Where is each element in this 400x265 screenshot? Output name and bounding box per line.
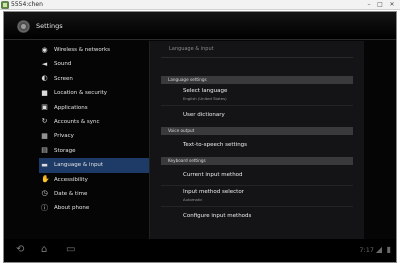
divider [161,57,353,58]
divider [161,105,353,106]
section-header-voice: Voice output [161,127,353,135]
accessibility-icon: ✋ [41,175,50,184]
section-header-language: Language settings [161,76,353,84]
row-title: User dictionary [183,112,225,118]
privacy-icon: ▦ [41,131,48,140]
page-title: Settings [36,22,63,30]
user-dictionary-row[interactable]: User dictionary [161,107,353,124]
close-button[interactable]: ✕ [387,1,397,9]
row-summary: Automatic [183,197,203,202]
maximize-button[interactable]: □ [375,1,385,9]
sidebar-item-label: Wireless & networks [54,47,110,53]
settings-gear-icon [17,20,30,33]
row-title: Input method selector [183,189,244,195]
window-title: 5554:chen [11,1,43,8]
home-icon[interactable]: ⌂ [41,245,47,255]
tts-settings-row[interactable]: Text-to-speech settings [161,137,353,154]
status-clock: 7:17 [359,246,374,254]
sidebar-item-label: Screen [54,75,73,82]
row-summary: English (United States) [183,96,227,101]
window-titlebar: 5554:chen – □ ✕ [0,0,400,10]
input-method-selector-row[interactable]: Input method selector Automatic [161,187,353,205]
sidebar-item-label: Location & security [54,90,108,97]
section-header-label: Voice output [168,128,195,133]
storage-icon: ▤ [41,146,48,155]
battery-icon: ▮ [386,245,391,254]
section-header-label: Language settings [168,77,207,82]
sync-icon: ↻ [41,117,48,126]
speaker-icon: ◄ [41,59,48,68]
sidebar-item-screen[interactable]: ◐ Screen [39,72,151,86]
row-title: Configure input methods [183,213,252,219]
sidebar-item-label: Sound [54,61,72,68]
sidebar-item-label: Privacy [54,133,74,140]
minimize-button[interactable]: – [364,1,374,9]
sidebar-item-accessibility[interactable]: ✋ Accessibility [39,173,151,187]
sidebar-item-storage[interactable]: ▤ Storage [39,144,151,158]
sidebar-item-label: About phone [54,205,90,212]
divider [161,185,353,186]
sidebar-item-label: Date & time [54,190,88,197]
divider [161,206,353,207]
sidebar-item-label: Accounts & sync [54,118,100,125]
current-input-method-row[interactable]: Current input method [161,167,353,184]
configure-input-methods-row[interactable]: Configure input methods [161,208,353,225]
select-language-row[interactable]: Select language English (United States) [161,86,353,104]
row-title: Select language [183,88,228,94]
signal-icon: ◢ [375,245,382,254]
sidebar-item-about-phone[interactable]: ⓘ About phone [39,201,151,215]
clock-icon: ◷ [41,189,48,198]
row-title: Current input method [183,172,243,178]
sidebar-item-location-security[interactable]: ■ Location & security [39,86,151,100]
section-header-label: Keyboard settings [168,158,206,163]
sidebar-item-label: Accessibility [54,176,88,183]
sidebar-item-date-time[interactable]: ◷ Date & time [39,187,151,201]
row-title: Text-to-speech settings [183,142,248,148]
language-input-pane: Language & input Language settings Selec… [149,41,364,244]
lock-icon: ■ [41,88,48,97]
settings-header: Settings [4,12,396,40]
sidebar-item-label: Storage [54,147,76,154]
system-bar: ⟲ ⌂ ▭ 7:17 ◢ ▮ [4,239,396,262]
section-header-keyboard: Keyboard settings [161,157,353,165]
sidebar-item-privacy[interactable]: ▦ Privacy [39,129,151,143]
back-icon[interactable]: ⟲ [16,245,24,255]
sidebar-item-wireless[interactable]: ◉ Wireless & networks [39,43,151,57]
wifi-icon: ◉ [41,45,48,54]
keyboard-icon: ▬ [41,160,48,169]
brightness-icon: ◐ [41,74,48,83]
sidebar-item-accounts-sync[interactable]: ↻ Accounts & sync [39,115,151,129]
sidebar-item-language-input[interactable]: ▬ Language & input [39,158,151,173]
apps-icon: ▣ [41,103,48,112]
sidebar-item-label: Applications [54,104,88,111]
recent-apps-icon[interactable]: ▭ [66,245,75,255]
settings-sidebar: ◉ Wireless & networks ◄ Sound ◐ Screen ■… [39,43,151,216]
app-icon [1,1,9,9]
sidebar-item-label: Language & input [54,162,104,169]
sidebar-item-sound[interactable]: ◄ Sound [39,57,151,71]
info-icon: ⓘ [41,203,48,212]
sidebar-item-applications[interactable]: ▣ Applications [39,101,151,115]
pane-title: Language & input [169,46,214,52]
emulator-screen: Settings ◉ Wireless & networks ◄ Sound ◐… [3,11,397,263]
